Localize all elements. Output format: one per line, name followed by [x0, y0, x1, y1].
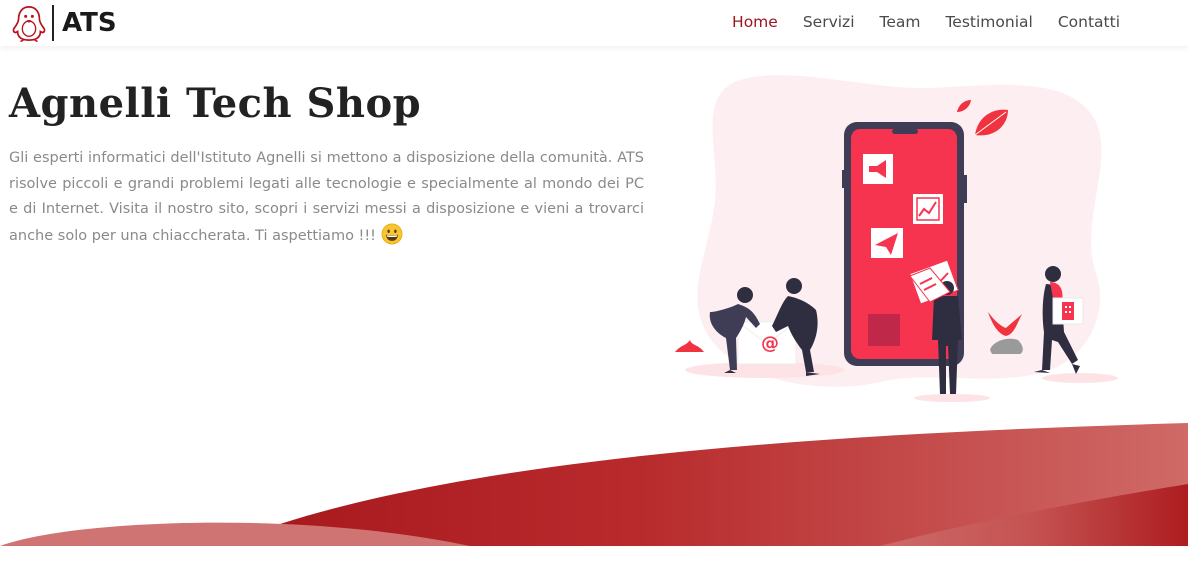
at-sign-icon: @: [761, 333, 779, 354]
brand-name: ATS: [62, 8, 117, 38]
nav-link-servizi[interactable]: Servizi: [803, 13, 855, 31]
hero-wave: [0, 423, 1188, 546]
hero-description-text: Gli esperti informatici dell'Istituto Ag…: [9, 150, 644, 244]
nav-link-contatti[interactable]: Contatti: [1058, 13, 1120, 31]
nav-link-testimonial[interactable]: Testimonial: [945, 13, 1032, 31]
nav-link-team[interactable]: Team: [880, 13, 921, 31]
penguin-logo-icon: [12, 5, 46, 42]
hero-description: Gli esperti informatici dell'Istituto Ag…: [9, 146, 644, 249]
hero-illustration: @: [675, 75, 1118, 402]
grinning-face-icon: [381, 223, 403, 244]
building-icon: [1062, 302, 1074, 320]
hero-title: Agnelli Tech Shop: [9, 80, 422, 127]
main-nav: Home Servizi Team Testimonial Contatti: [707, 0, 1120, 44]
brand-logo[interactable]: ATS: [10, 3, 117, 43]
logo-divider: [52, 5, 54, 41]
navbar: ATS Home Servizi Team Testimonial Contat…: [0, 0, 1188, 46]
nav-link-home[interactable]: Home: [732, 13, 778, 31]
